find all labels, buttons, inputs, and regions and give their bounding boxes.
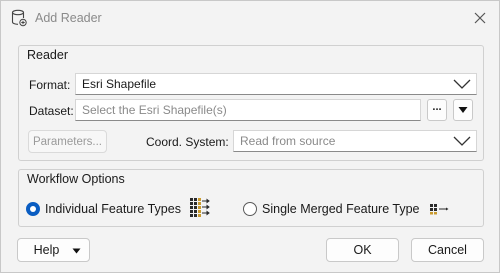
dialog-title: Add Reader [35, 11, 102, 25]
help-label: Help [33, 243, 60, 257]
dataset-placeholder: Select the Esri Shapefile(s) [82, 103, 227, 117]
parameters-label: Parameters... [32, 135, 103, 148]
chevron-down-icon [453, 79, 471, 89]
help-button[interactable]: Help [17, 238, 90, 262]
chevron-down-icon [453, 136, 471, 146]
individual-feature-types-label[interactable]: Individual Feature Types [45, 202, 181, 216]
single-merged-feature-type-label[interactable]: Single Merged Feature Type [262, 202, 420, 216]
browse-button[interactable]: ... [427, 99, 447, 121]
coord-system-value: Read from source [240, 134, 336, 148]
dataset-dropdown-button[interactable] [453, 99, 473, 121]
coord-system-label: Coord. System: [146, 135, 229, 149]
individual-feature-types-radio[interactable] [26, 202, 40, 216]
reader-group-title: Reader [27, 48, 68, 62]
single-merged-feature-type-radio[interactable] [243, 202, 257, 216]
browse-label: ... [432, 101, 442, 113]
database-add-icon [11, 9, 27, 27]
ok-label: OK [353, 243, 372, 257]
triangle-down-icon [72, 248, 81, 254]
cancel-label: Cancel [428, 243, 467, 257]
single-merged-feature-type-icon [429, 203, 451, 215]
format-dropdown[interactable]: Esri Shapefile [75, 73, 477, 95]
format-value: Esri Shapefile [82, 77, 157, 91]
add-reader-dialog: Add Reader Reader Format: Esri Shapefile… [0, 0, 500, 273]
parameters-button[interactable]: Parameters... [28, 130, 107, 153]
dataset-label: Dataset: [29, 104, 74, 118]
format-label: Format: [29, 78, 71, 92]
coord-system-dropdown[interactable]: Read from source [233, 130, 477, 152]
close-icon [474, 12, 486, 24]
triangle-down-icon [458, 107, 468, 113]
dataset-input[interactable]: Select the Esri Shapefile(s) [75, 99, 421, 121]
title-bar: Add Reader [1, 1, 499, 35]
cancel-button[interactable]: Cancel [411, 238, 484, 262]
individual-feature-types-icon [189, 197, 211, 219]
ok-button[interactable]: OK [326, 238, 399, 262]
close-button[interactable] [469, 7, 491, 29]
workflow-group-title: Workflow Options [27, 172, 125, 186]
